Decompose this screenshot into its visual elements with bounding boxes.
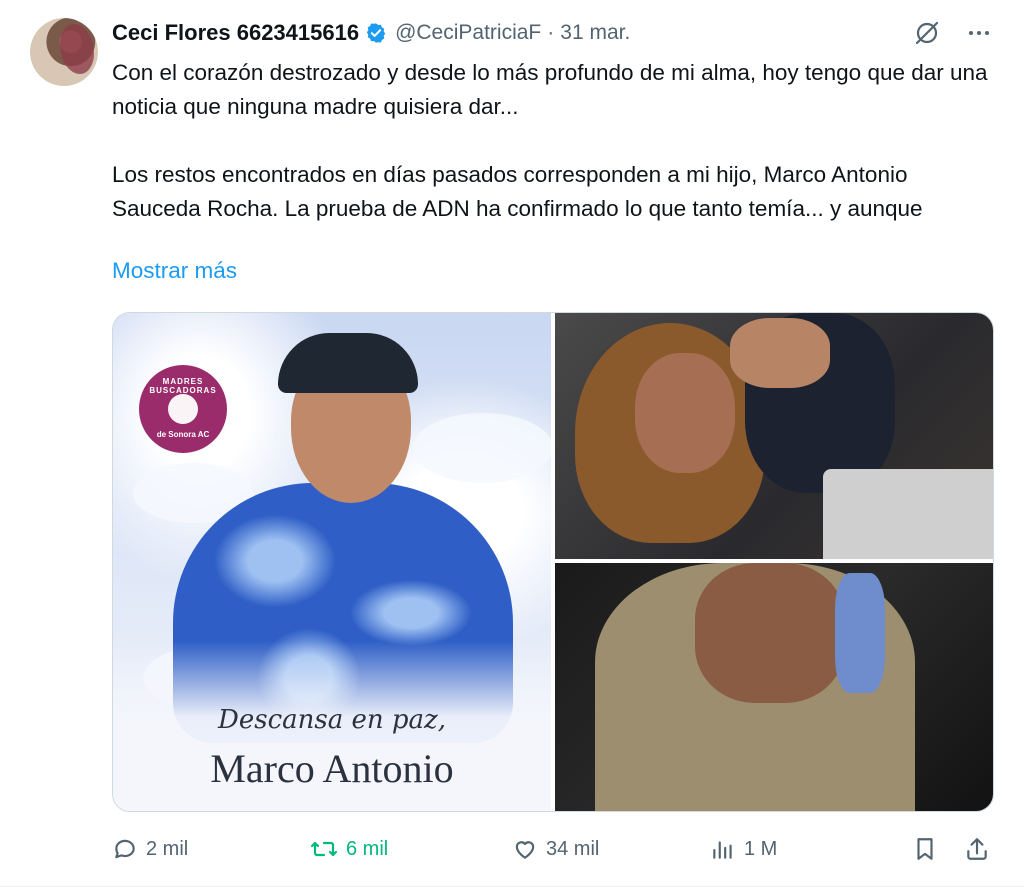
woman-scarf xyxy=(835,573,885,693)
photo-bottom-right[interactable] xyxy=(555,563,993,811)
man-face xyxy=(730,318,830,388)
man-cap xyxy=(278,333,418,393)
show-more-link[interactable]: Mostrar más xyxy=(112,258,237,284)
reply-icon xyxy=(115,839,135,859)
display-name[interactable]: Ceci Flores 6623415616 xyxy=(112,20,359,46)
repost-button[interactable]: 6 mil xyxy=(310,836,388,862)
bookmark-button[interactable] xyxy=(912,836,938,862)
photo-top-right[interactable] xyxy=(555,313,993,559)
tweet-paragraph-1: Con el corazón destrozado y desde lo más… xyxy=(112,60,988,119)
media-grid: MADRES BUSCADORAS de Sonora AC Descansa … xyxy=(112,312,994,812)
tweet-header: Ceci Flores 6623415616 @CeciPatriciaF · … xyxy=(112,18,994,48)
handle[interactable]: @CeciPatriciaF xyxy=(395,21,541,45)
tweet[interactable]: Ceci Flores 6623415616 @CeciPatriciaF · … xyxy=(0,0,1024,891)
poster-caption-line1: Descansa en paz, xyxy=(218,705,446,735)
header-actions xyxy=(912,18,994,48)
repost-icon xyxy=(310,841,338,857)
food-container xyxy=(823,469,993,559)
woman-face xyxy=(635,353,735,473)
share-button[interactable] xyxy=(964,836,990,862)
woman-face xyxy=(695,563,845,703)
repost-count: 6 mil xyxy=(346,837,389,860)
like-button[interactable]: 34 mil xyxy=(512,836,599,862)
tweet-text: Con el corazón destrozado y desde lo más… xyxy=(112,56,992,226)
more-button[interactable] xyxy=(964,18,994,48)
grok-icon xyxy=(915,21,939,45)
reply-button[interactable]: 2 mil xyxy=(112,836,188,862)
madres-buscadoras-logo: MADRES BUSCADORAS de Sonora AC xyxy=(139,365,227,453)
logo-top-text: MADRES BUSCADORAS xyxy=(149,377,217,395)
logo-bottom-text: de Sonora AC xyxy=(156,430,210,439)
avatar-hair xyxy=(60,24,94,74)
poster-caption-line2: Marco Antonio xyxy=(210,746,454,791)
separator-dot: · xyxy=(547,21,555,44)
views-count: 1 M xyxy=(744,837,778,860)
memorial-poster-image[interactable]: MADRES BUSCADORAS de Sonora AC Descansa … xyxy=(113,313,551,811)
share-icon xyxy=(967,838,987,860)
tweet-actions: 2 mil 6 mil 34 mil 1 M xyxy=(112,832,992,866)
like-count: 34 mil xyxy=(546,837,600,860)
logo-silhouette-icon xyxy=(168,394,198,424)
more-icon xyxy=(969,31,989,35)
bottom-divider xyxy=(0,886,1024,887)
avatar[interactable] xyxy=(30,18,98,86)
grok-button[interactable] xyxy=(912,18,942,48)
views-button[interactable]: 1 M xyxy=(710,836,777,862)
verified-badge-icon xyxy=(366,23,386,43)
cloud-shape xyxy=(413,413,551,483)
tweet-paragraph-2: Los restos encontrados en días pasados c… xyxy=(112,162,923,221)
views-icon xyxy=(713,841,732,859)
timestamp[interactable]: 31 mar. xyxy=(560,21,630,45)
bookmark-icon xyxy=(917,838,933,860)
reply-count: 2 mil xyxy=(146,837,189,860)
heart-icon xyxy=(515,841,535,859)
